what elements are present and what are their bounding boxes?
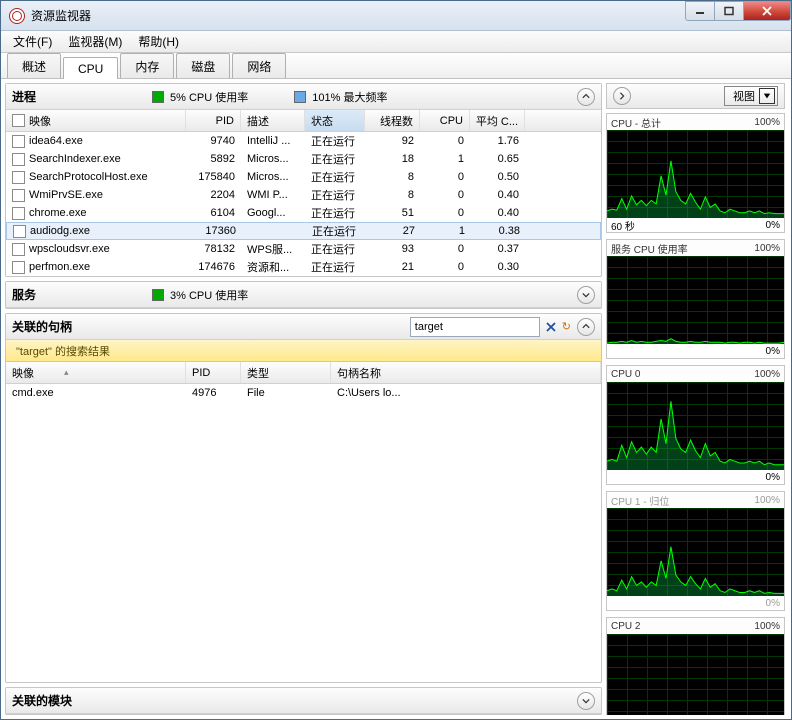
col-image[interactable]: 映像 [6,110,186,131]
row-checkbox[interactable] [12,207,25,220]
graph-title: CPU 0 [611,369,640,380]
menu-file[interactable]: 文件(F) [5,31,60,52]
titlebar[interactable]: 资源监视器 [1,1,791,31]
tab-network[interactable]: 网络 [232,53,286,78]
graph-max: 100% [754,495,780,506]
cpu-usage-icon [152,289,164,301]
cpu-graph: CPU 1 - 归位 100% 0% [606,491,785,611]
maximize-button[interactable] [714,1,744,21]
col-cpu[interactable]: CPU [420,110,470,131]
process-row[interactable]: idea64.exe 9740IntelliJ ... 正在运行92 01.76 [6,132,601,150]
app-icon [9,8,25,24]
row-checkbox[interactable] [12,153,25,166]
view-dropdown[interactable]: 视图 [724,86,778,106]
col-threads[interactable]: 线程数 [365,110,420,131]
graph-title: 服务 CPU 使用率 [611,241,688,256]
graph-right-label: 0% [766,346,780,357]
handles-search-input[interactable] [410,317,540,337]
row-checkbox[interactable] [13,225,26,238]
hcol-name[interactable]: 句柄名称 [331,362,601,383]
graph-title: CPU 1 - 归位 [611,493,669,508]
app-window: 资源监视器 文件(F) 监视器(M) 帮助(H) 概述 CPU 内存 磁盘 网络… [0,0,792,720]
cpu-graph: CPU 2100% 0% [606,617,785,715]
services-cpu-usage: 3% CPU 使用率 [170,287,248,303]
view-dropdown-label: 视图 [733,88,755,104]
cpu-graph: 服务 CPU 使用率 100% 0% [606,239,785,359]
cpu-graph: CPU 0 100% 0% [606,365,785,485]
tab-disk[interactable]: 磁盘 [176,53,230,78]
process-row[interactable]: perfmon.exe 174676资源和... 正在运行21 00.30 [6,258,601,276]
graph-title: CPU 2 [611,621,640,632]
processes-panel: 进程 5% CPU 使用率 101% 最大频率 映像 PID 描述 状态 线程数… [5,83,602,277]
modules-panel: 关联的模块 [5,687,602,715]
graph-left-label: 60 秒 [611,218,635,233]
search-results-tip: "target" 的搜索结果 [6,340,601,362]
row-checkbox[interactable] [12,243,25,256]
tab-cpu[interactable]: CPU [63,57,118,79]
row-checkbox[interactable] [12,171,25,184]
window-title: 资源监视器 [31,7,686,24]
processes-max-freq: 101% 最大频率 [312,89,387,105]
sort-asc-icon: ▴ [64,367,69,378]
tab-overview[interactable]: 概述 [7,53,61,78]
select-all-checkbox[interactable] [12,114,25,127]
menu-monitors[interactable]: 监视器(M) [60,31,130,52]
graph-max: 100% [754,117,780,128]
process-row[interactable]: WmiPrvSE.exe 2204WMI P... 正在运行8 00.40 [6,186,601,204]
hcol-pid[interactable]: PID [186,362,241,383]
process-row[interactable]: SearchIndexer.exe 5892Micros... 正在运行18 1… [6,150,601,168]
search-clear-button[interactable] [544,320,558,334]
menubar: 文件(F) 监视器(M) 帮助(H) [1,31,791,53]
hcol-type[interactable]: 类型 [241,362,331,383]
processes-columns: 映像 PID 描述 状态 线程数 CPU 平均 C... [6,110,601,132]
minimize-button[interactable] [685,1,715,21]
graph-max: 100% [754,243,780,254]
modules-expand-button[interactable] [577,692,595,710]
services-title: 服务 [12,286,152,303]
processes-cpu-usage: 5% CPU 使用率 [170,89,248,105]
col-pid[interactable]: PID [186,110,241,131]
graph-max: 100% [754,369,780,380]
row-checkbox[interactable] [12,135,25,148]
max-freq-icon [294,91,306,103]
search-refresh-icon[interactable]: ↻ [562,320,571,333]
handles-collapse-button[interactable] [577,318,595,336]
process-row[interactable]: wpscloudsvr.exe 78132WPS服... 正在运行93 00.3… [6,240,601,258]
process-row[interactable]: chrome.exe 6104Googl... 正在运行51 00.40 [6,204,601,222]
processes-title: 进程 [12,88,152,105]
tabbar: 概述 CPU 内存 磁盘 网络 [1,53,791,79]
col-status[interactable]: 状态 [305,110,365,131]
menu-help[interactable]: 帮助(H) [130,31,187,52]
chevron-down-icon [759,88,775,104]
modules-title: 关联的模块 [12,692,152,709]
tab-memory[interactable]: 内存 [120,53,174,78]
col-desc[interactable]: 描述 [241,110,305,131]
services-expand-button[interactable] [577,286,595,304]
processes-collapse-button[interactable] [577,88,595,106]
hcol-image[interactable]: 映像▴ [6,362,186,383]
row-checkbox[interactable] [12,261,25,274]
cpu-graph: CPU - 总计 100% 60 秒 0% [606,113,785,233]
cpu-usage-icon [152,91,164,103]
col-avg[interactable]: 平均 C... [470,110,525,131]
graphs-header: 视图 [606,83,785,109]
handles-columns: 映像▴ PID 类型 句柄名称 [6,362,601,384]
process-row[interactable]: SearchProtocolHost.exe 175840Micros... 正… [6,168,601,186]
services-panel: 服务 3% CPU 使用率 [5,281,602,309]
graph-right-label: 0% [766,220,780,231]
graph-title: CPU - 总计 [611,115,661,130]
graphs-collapse-button[interactable] [613,87,631,105]
handle-row[interactable]: cmd.exe4976 FileC:\Users lo... [6,384,601,402]
close-button[interactable] [743,1,791,21]
graph-right-label: 0% [766,472,780,483]
process-row[interactable]: audiodg.exe 17360 正在运行27 10.38 [6,222,601,240]
graph-max: 100% [754,621,780,632]
handles-panel: 关联的句柄 ↻ "target" 的搜索结果 映像▴ PID 类型 句柄名称 c… [5,313,602,683]
row-checkbox[interactable] [12,189,25,202]
graph-right-label: 0% [766,598,780,609]
handles-title: 关联的句柄 [12,318,410,335]
